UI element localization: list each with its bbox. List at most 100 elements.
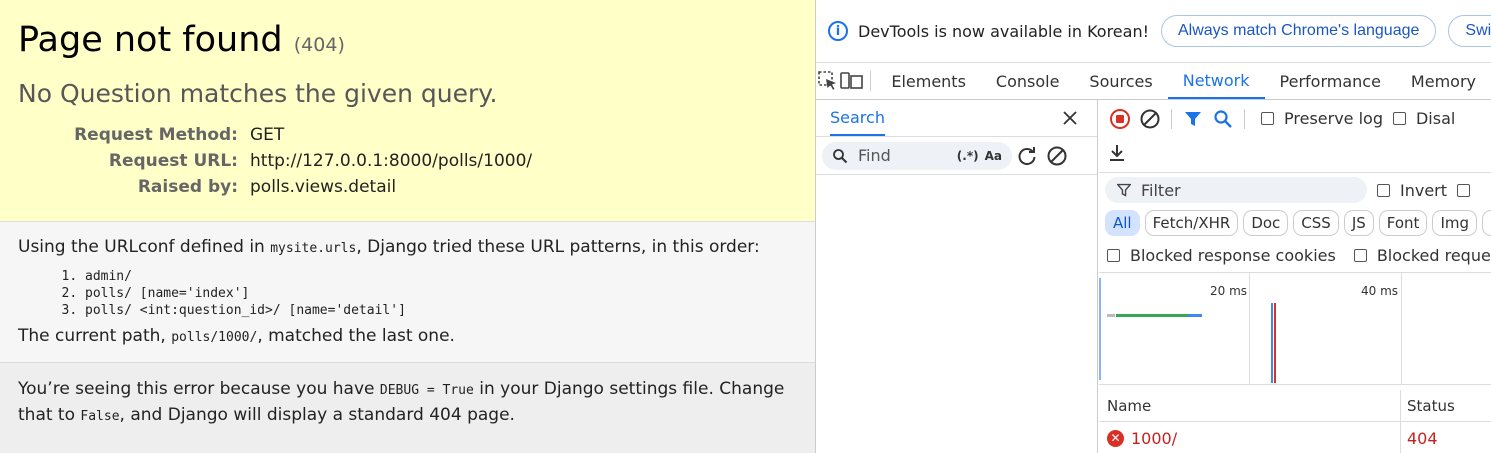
invert-checkbox[interactable]: Invert bbox=[1377, 181, 1447, 200]
search-pane: Search Find (.*) Aa bbox=[816, 100, 1098, 453]
request-meta-table: Request Method: GET Request URL: http://… bbox=[18, 123, 532, 201]
django-404-page: Page not found (404) No Question matches… bbox=[0, 0, 815, 453]
status-code: (404) bbox=[293, 34, 345, 56]
tab-elements[interactable]: Elements bbox=[876, 63, 981, 99]
refresh-icon[interactable] bbox=[1012, 141, 1042, 171]
explanation-section: You’re seeing this error because you hav… bbox=[0, 363, 815, 443]
chip-font[interactable]: Font bbox=[1378, 210, 1428, 236]
switch-language-button[interactable]: Switc bbox=[1448, 15, 1491, 47]
more-filters-checkbox[interactable] bbox=[1457, 183, 1480, 197]
urlconf-name: mysite.urls bbox=[270, 241, 357, 256]
tab-memory[interactable]: Memory bbox=[1396, 63, 1491, 99]
current-path: polls/1000/ bbox=[171, 330, 258, 345]
inspect-element-icon[interactable] bbox=[816, 63, 840, 99]
checkbox-box bbox=[1261, 112, 1274, 125]
filter-placeholder: Filter bbox=[1141, 180, 1181, 200]
request-name-cell: ✕ 1000/ bbox=[1099, 422, 1401, 453]
network-toolbar: Preserve log Disal bbox=[1099, 100, 1491, 137]
chip-all[interactable]: All bbox=[1105, 210, 1140, 236]
always-match-language-button[interactable]: Always match Chrome's language bbox=[1161, 15, 1437, 47]
exception-message: No Question matches the given query. bbox=[18, 79, 498, 108]
close-icon[interactable] bbox=[1055, 103, 1085, 133]
checkbox-box bbox=[1392, 112, 1406, 125]
filter-icon[interactable] bbox=[1178, 104, 1208, 134]
chip-js[interactable]: JS bbox=[1343, 210, 1374, 236]
chip-img[interactable]: Img bbox=[1432, 210, 1478, 236]
regex-toggle[interactable]: (.*) bbox=[957, 149, 979, 163]
infobar-message: DevTools is now available in Korean! bbox=[858, 21, 1149, 41]
search-placeholder: Find bbox=[858, 146, 891, 165]
search-icon bbox=[833, 148, 848, 163]
checkbox-box bbox=[1353, 249, 1367, 262]
devtools-panel: i DevTools is now available in Korean! A… bbox=[815, 0, 1491, 453]
meta-value: GET bbox=[250, 125, 285, 145]
timeline-label: 40 ms bbox=[1361, 284, 1399, 298]
urlconf-description: Using the URLconf defined in mysite.urls… bbox=[18, 237, 760, 257]
page-title: Page not found (404) bbox=[18, 20, 345, 60]
filter-input[interactable]: Filter bbox=[1105, 177, 1367, 203]
tab-console[interactable]: Console bbox=[981, 63, 1075, 99]
timeline-overview[interactable]: 20 ms 40 ms bbox=[1099, 273, 1491, 385]
search-row: Find (.*) Aa bbox=[816, 137, 1097, 175]
blocked-requests-checkbox[interactable]: Blocked requests bbox=[1353, 246, 1491, 265]
language-infobar: i DevTools is now available in Korean! A… bbox=[816, 0, 1491, 63]
divider bbox=[869, 71, 871, 91]
meta-row: Request URL: http://127.0.0.1:8000/polls… bbox=[18, 149, 532, 175]
info-icon: i bbox=[828, 21, 848, 41]
meta-label: Request Method: bbox=[74, 125, 238, 145]
disable-cache-checkbox[interactable]: Disal bbox=[1392, 109, 1455, 128]
device-toolbar-icon[interactable] bbox=[839, 63, 864, 99]
timeline-gridline bbox=[1401, 273, 1402, 385]
column-status[interactable]: Status bbox=[1401, 397, 1455, 415]
meta-row: Request Method: GET bbox=[18, 123, 532, 149]
chip-css[interactable]: CSS bbox=[1293, 210, 1339, 236]
timeline-gridline bbox=[1249, 273, 1250, 385]
checkbox-box bbox=[1377, 183, 1390, 197]
meta-value: http://127.0.0.1:8000/polls/1000/ bbox=[250, 151, 533, 171]
clear-log-icon[interactable] bbox=[1135, 104, 1165, 134]
chip-doc[interactable]: Doc bbox=[1243, 210, 1289, 236]
table-row[interactable]: ✕ 1000/ 404 bbox=[1099, 422, 1491, 453]
timeline-bar-response bbox=[1116, 314, 1188, 317]
clear-icon[interactable] bbox=[1042, 141, 1072, 171]
meta-label: Request URL: bbox=[108, 151, 238, 171]
url-pattern: polls/ <int:question_id>/ [name='detail'… bbox=[85, 302, 797, 319]
filter-icon bbox=[1117, 183, 1131, 197]
current-path-text: The current path, polls/1000/, matched t… bbox=[18, 326, 455, 346]
network-toolbar-row2 bbox=[1099, 137, 1491, 173]
resource-type-chips: All Fetch/XHR Doc CSS JS Font Img M bbox=[1099, 207, 1491, 239]
preserve-log-checkbox[interactable]: Preserve log bbox=[1261, 109, 1383, 128]
tab-sources[interactable]: Sources bbox=[1074, 63, 1167, 99]
search-icon[interactable] bbox=[1208, 104, 1238, 134]
meta-value: polls.views.detail bbox=[250, 177, 397, 197]
checkbox-box bbox=[1457, 183, 1471, 197]
requests-table: Name Status ✕ 1000/ 404 bbox=[1099, 390, 1491, 453]
url-patterns-list: admin/ polls/ [name='index'] polls/ <int… bbox=[85, 268, 797, 319]
timeline-handle[interactable] bbox=[1099, 278, 1101, 380]
timeline-bar-waiting bbox=[1107, 314, 1115, 317]
match-case-toggle[interactable]: Aa bbox=[985, 149, 1002, 163]
tab-network[interactable]: Network bbox=[1167, 63, 1265, 99]
urlconf-info-section: Using the URLconf defined in mysite.urls… bbox=[0, 222, 815, 363]
load-marker bbox=[1274, 303, 1276, 383]
column-name[interactable]: Name bbox=[1099, 390, 1401, 421]
dom-content-loaded-marker bbox=[1271, 303, 1273, 383]
search-tab[interactable]: Search bbox=[830, 100, 885, 136]
devtools-tabbar: Elements Console Sources Network Perform… bbox=[816, 63, 1491, 100]
chip-media[interactable]: M bbox=[1482, 210, 1491, 236]
divider bbox=[1171, 108, 1172, 129]
summary-section: Page not found (404) No Question matches… bbox=[0, 0, 815, 222]
tab-performance[interactable]: Performance bbox=[1265, 63, 1396, 99]
checkbox-box bbox=[1107, 249, 1120, 262]
chip-fetch-xhr[interactable]: Fetch/XHR bbox=[1144, 210, 1239, 236]
url-pattern: polls/ [name='index'] bbox=[85, 285, 797, 302]
download-icon[interactable] bbox=[1107, 143, 1127, 167]
false-value: False bbox=[80, 409, 120, 424]
table-header: Name Status bbox=[1099, 390, 1491, 422]
search-input[interactable]: Find (.*) Aa bbox=[822, 141, 1012, 170]
url-pattern: admin/ bbox=[85, 268, 797, 285]
debug-setting: DEBUG = True bbox=[379, 383, 474, 398]
record-icon[interactable] bbox=[1105, 104, 1135, 134]
blocked-cookies-checkbox[interactable]: Blocked response cookies bbox=[1107, 246, 1336, 265]
meta-row: Raised by: polls.views.detail bbox=[18, 175, 532, 201]
